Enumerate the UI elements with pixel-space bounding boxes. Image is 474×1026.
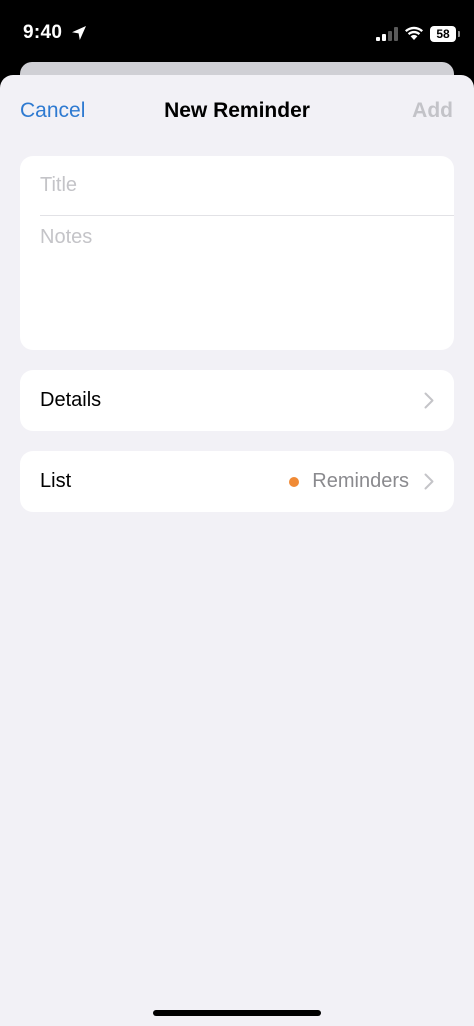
chevron-right-icon [424, 473, 434, 490]
reminder-input-card [20, 156, 454, 350]
add-button[interactable]: Add [412, 99, 453, 123]
status-bar: 9:40 58 [0, 0, 474, 70]
battery-icon: 58 [430, 26, 456, 42]
list-color-dot-icon [289, 477, 299, 487]
details-row[interactable]: Details [20, 370, 454, 431]
wifi-icon [405, 26, 423, 40]
notes-input[interactable] [40, 226, 440, 336]
location-arrow-icon [72, 26, 86, 40]
list-label: List [40, 470, 72, 492]
chevron-right-icon [424, 392, 434, 409]
battery-nub [458, 31, 460, 37]
page-title: New Reminder [164, 99, 310, 122]
list-value: Reminders [312, 470, 409, 492]
home-indicator[interactable] [153, 1010, 321, 1016]
battery-level: 58 [436, 27, 450, 41]
cellular-signal-icon [376, 27, 398, 41]
navigation-bar: Cancel New Reminder Add [0, 75, 474, 147]
screen: 9:40 58 Cancel New Reminder Add Title No… [0, 0, 474, 1026]
details-label: Details [40, 389, 102, 411]
new-reminder-sheet: Cancel New Reminder Add Details List Rem… [0, 75, 474, 1026]
title-input[interactable] [40, 156, 454, 216]
list-row[interactable]: List Reminders [20, 451, 454, 512]
status-time: 9:40 [23, 22, 63, 43]
